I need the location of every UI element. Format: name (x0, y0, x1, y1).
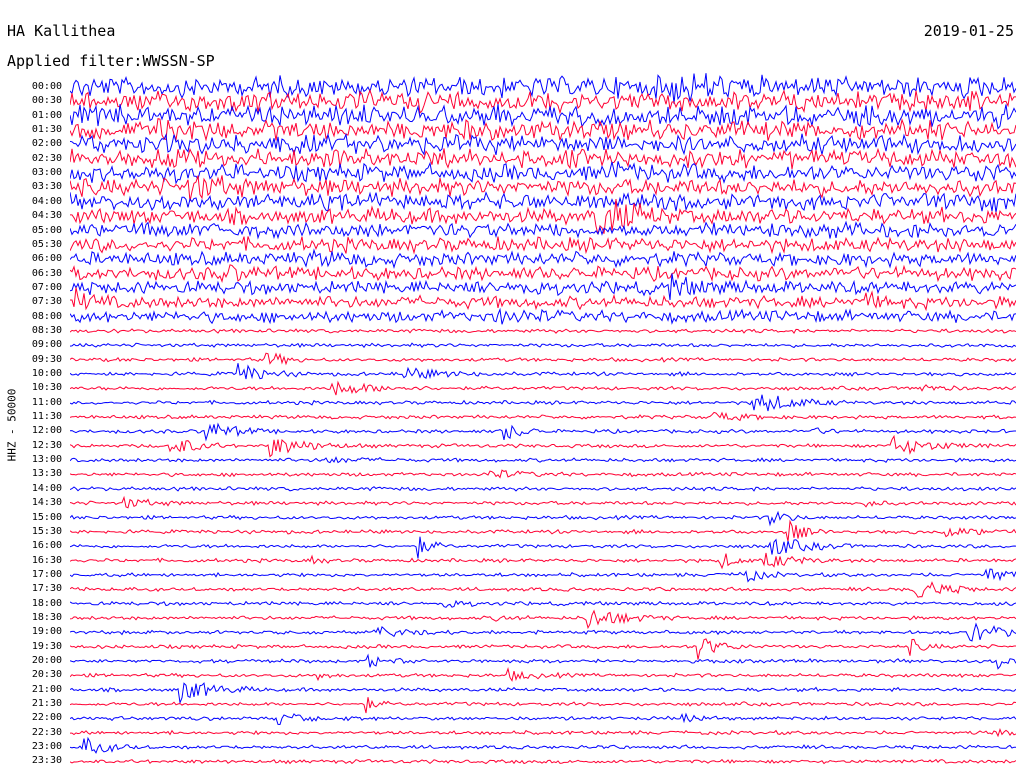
hour-label: 00:00 (31, 81, 62, 92)
trace-line (70, 568, 1016, 583)
trace-line (70, 469, 1016, 479)
hour-label: 07:00 (31, 281, 62, 293)
hour-label: 07:30 (31, 296, 62, 308)
trace-line (70, 622, 1016, 642)
trace-line (70, 609, 1016, 630)
hour-label: 22:00 (31, 712, 62, 724)
hour-label: 20:30 (31, 669, 62, 681)
hour-label: 15:30 (31, 525, 62, 537)
hour-labels: 00:00 00:30 01:00 01:30 02:00 02:30 03:00 03:30… (0, 0, 70, 780)
hour-label: 04:00 (31, 195, 62, 207)
trace-line (70, 682, 1016, 705)
trace-line (70, 342, 1016, 349)
hour-label: 06:30 (31, 267, 62, 279)
trace-line (70, 736, 1016, 754)
hour-label: 02:30 (31, 152, 62, 164)
hour-label: 11:00 (31, 396, 62, 408)
hour-label: 10:00 (31, 368, 62, 379)
hour-label: 03:30 (31, 181, 62, 193)
hour-label: 17:00 (31, 568, 62, 580)
hour-label: 21:00 (31, 683, 62, 695)
hour-label: 10:30 (31, 382, 62, 394)
hour-label: 18:30 (31, 611, 62, 623)
trace-line (70, 667, 1016, 682)
trace-line (70, 307, 1016, 325)
hour-label: 11:30 (31, 411, 62, 423)
hour-label: 01:00 (31, 109, 62, 121)
hour-label: 12:30 (31, 439, 62, 451)
hour-label: 22:30 (31, 726, 62, 738)
hour-label: 14:30 (31, 497, 62, 509)
hour-label: 01:30 (31, 124, 62, 136)
trace-line (70, 758, 1016, 765)
trace-line (70, 411, 1016, 422)
trace-line (70, 495, 1016, 509)
trace-line (70, 352, 1016, 366)
hour-label: 18:00 (31, 597, 62, 609)
trace-line (70, 73, 1016, 104)
hour-label: 02:00 (31, 138, 62, 150)
trace-line (70, 519, 1016, 542)
hour-label: 23:30 (31, 755, 62, 767)
trace-line (70, 697, 1016, 714)
seismogram-traces (70, 73, 1016, 765)
trace-line (70, 456, 1016, 464)
hour-label: 16:30 (31, 554, 62, 566)
trace-line (70, 147, 1016, 170)
trace-line (70, 552, 1016, 570)
trace-line (70, 328, 1016, 335)
trace-line (70, 175, 1016, 202)
trace-line (70, 653, 1016, 670)
hour-label: 13:00 (31, 454, 62, 466)
hour-label: 08:00 (31, 310, 62, 322)
trace-line (70, 422, 1016, 442)
hour-label: 19:30 (31, 640, 62, 652)
trace-line (70, 132, 1016, 156)
hour-label: 05:30 (31, 238, 62, 250)
trace-line (70, 264, 1016, 283)
trace-line (70, 380, 1016, 396)
trace-line (70, 581, 1016, 598)
trace-line (70, 510, 1016, 527)
trace-line (70, 363, 1016, 380)
hour-label: 14:00 (31, 482, 62, 494)
hour-label: 08:30 (31, 324, 62, 336)
hour-label: 17:30 (31, 583, 62, 595)
trace-line (70, 434, 1016, 458)
hour-label: 13:30 (31, 468, 62, 480)
hour-label: 03:00 (31, 167, 62, 179)
hour-label: 21:30 (31, 698, 62, 710)
trace-line (70, 486, 1016, 492)
trace-line (70, 599, 1016, 608)
hour-label: 23:00 (31, 741, 62, 753)
hour-label: 12:00 (31, 425, 62, 437)
hour-label: 00:30 (31, 95, 62, 107)
hour-label: 04:30 (31, 210, 62, 222)
trace-line (70, 236, 1016, 255)
hour-label: 16:00 (31, 540, 62, 552)
trace-line (70, 728, 1016, 738)
trace-line (70, 394, 1016, 412)
hour-label: 20:00 (31, 655, 62, 666)
hour-label: 05:00 (31, 224, 62, 236)
trace-line (70, 712, 1016, 726)
trace-line (70, 536, 1016, 559)
trace-line (70, 220, 1016, 240)
trace-line (70, 638, 1016, 660)
hour-label: 09:00 (31, 339, 62, 351)
hour-label: 09:30 (31, 353, 62, 365)
trace-line (70, 248, 1016, 270)
hour-label: 19:00 (31, 626, 62, 638)
hour-label: 06:00 (31, 253, 62, 265)
hour-label: 15:00 (31, 511, 62, 523)
